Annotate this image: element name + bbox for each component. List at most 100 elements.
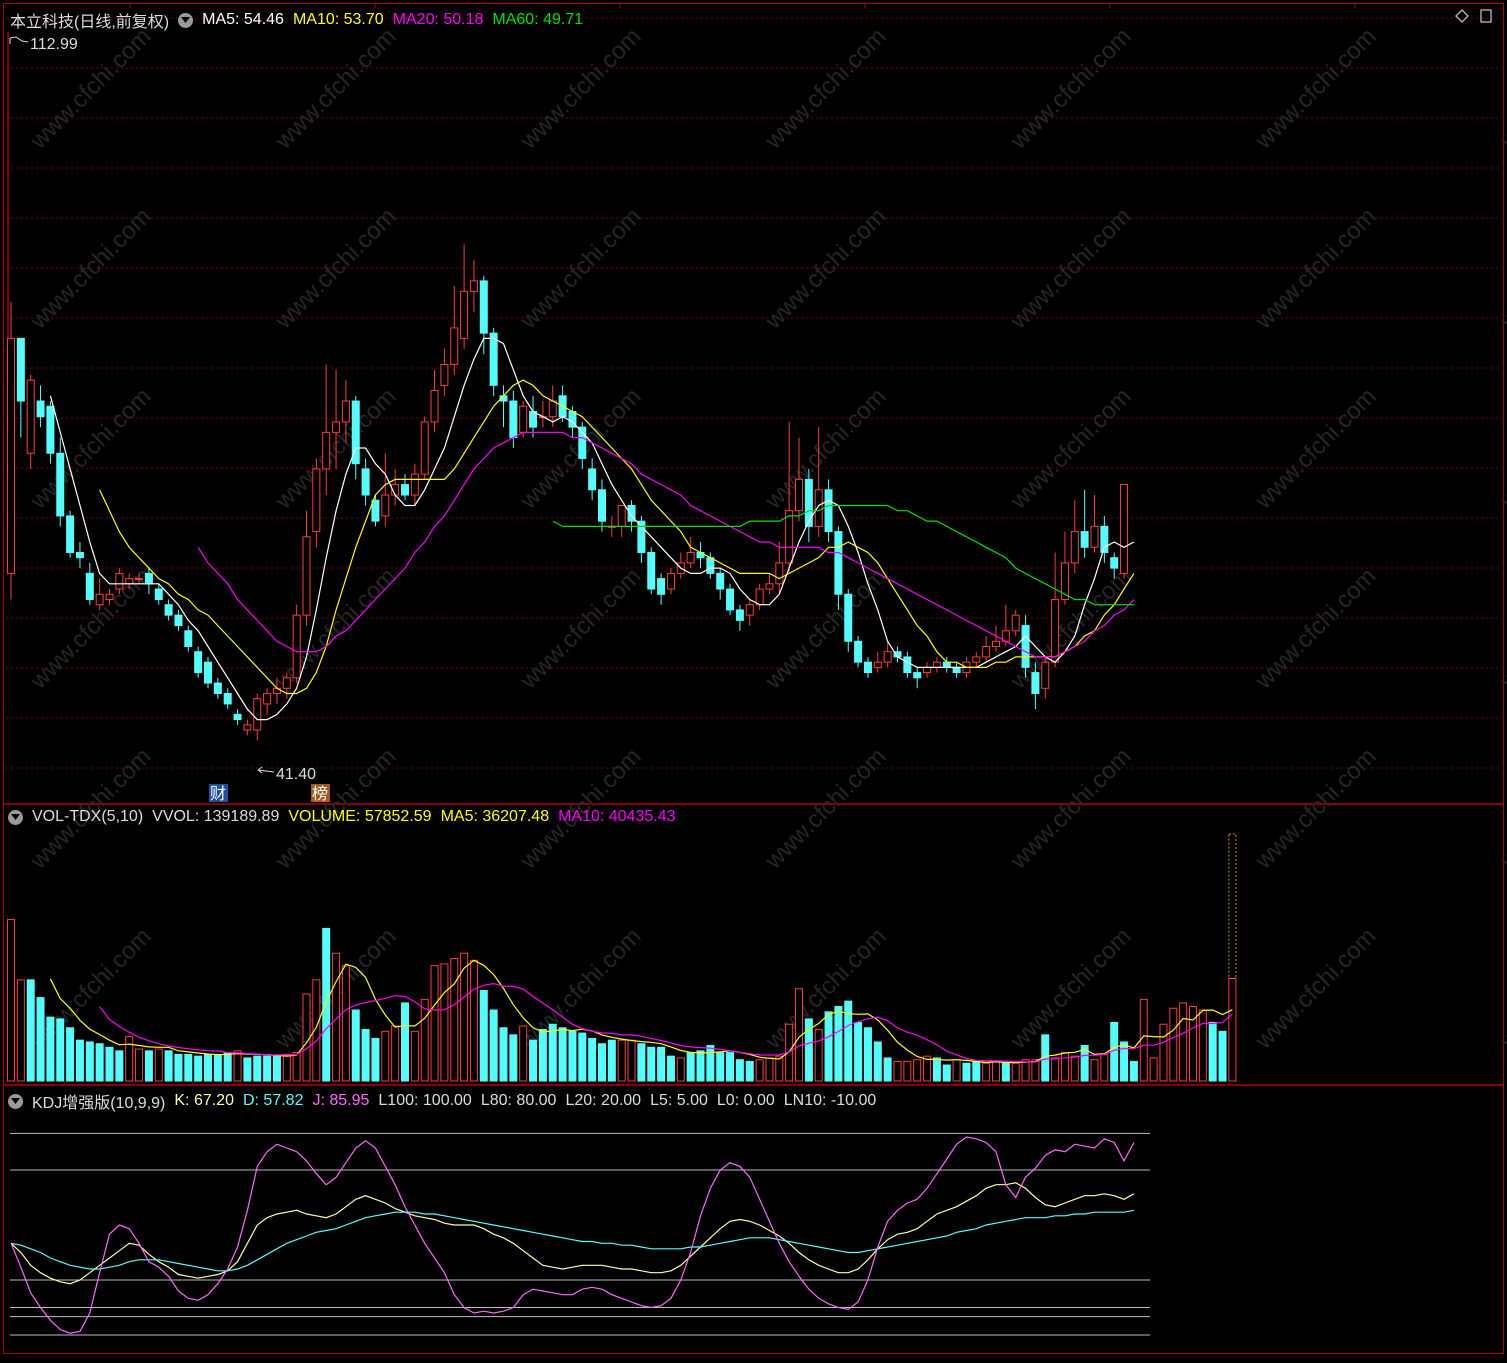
candle-up — [992, 640, 1000, 647]
volume-bar-down — [322, 927, 331, 1082]
volume-bar-up — [913, 1059, 922, 1082]
watermark-text: www.cfchi.com — [514, 563, 646, 695]
volume-bar-up — [1060, 1052, 1069, 1082]
volume-bar-down — [834, 1005, 843, 1082]
volume-bar-down — [95, 1043, 104, 1082]
volume-bar-down — [263, 1055, 272, 1082]
volume-bar-down — [706, 1045, 715, 1082]
volume-bar-down — [351, 1009, 360, 1082]
watermark-text: www.cfchi.com — [1494, 743, 1507, 875]
volume-bar-down — [401, 1002, 409, 1082]
volume-bar-down — [548, 1023, 557, 1082]
ma20-readout: MA20: 50.18 — [392, 11, 484, 28]
volume-bar-down — [213, 1053, 222, 1082]
candle-up — [1090, 525, 1099, 548]
volume-bar-down — [194, 1055, 203, 1082]
vol-ma10-readout: MA10: 40435.43 — [558, 808, 676, 825]
candle-up — [873, 661, 882, 668]
volume-bar-up — [440, 963, 449, 1082]
candle-down — [706, 557, 715, 574]
candle-up — [135, 578, 144, 581]
candle-up — [460, 290, 469, 339]
watermark-text: www.cfchi.com — [1249, 203, 1381, 335]
volume-dropdown-button[interactable] — [8, 809, 23, 825]
volume-bar-down — [223, 1052, 232, 1082]
watermark-text: www.cfchi.com — [269, 23, 401, 155]
volume-bar-down — [538, 1029, 547, 1082]
watermark-text: www.cfchi.com — [759, 743, 891, 875]
volume-bar-down — [164, 1050, 173, 1082]
candle-down — [854, 640, 863, 663]
candle-up — [548, 400, 557, 418]
volume-bar-up — [617, 1039, 626, 1082]
kdj-dropdown-button[interactable] — [8, 1093, 23, 1109]
volume-bar-up — [1011, 1062, 1020, 1082]
watermark-text: www.cfchi.com — [269, 563, 401, 695]
volume-bar-up — [1149, 1057, 1158, 1082]
candle-up — [745, 604, 754, 616]
candle-up — [302, 536, 311, 616]
candle-up — [282, 677, 291, 689]
watermark-text: www.cfchi.com — [514, 23, 646, 155]
candle-up — [765, 583, 774, 590]
watermark-text: www.cfchi.com — [24, 203, 156, 335]
window-icon[interactable] — [1479, 9, 1493, 23]
candle-down — [588, 468, 597, 491]
volume-bar-down — [243, 1057, 252, 1082]
volume-bar-down — [716, 1052, 725, 1082]
candle-up — [341, 400, 350, 423]
event-label: 财 — [210, 784, 226, 803]
volume-bar-up — [814, 1029, 823, 1082]
candle-up — [814, 489, 823, 527]
watermark-text: www.cfchi.com — [1249, 563, 1381, 695]
volume-bar-down — [696, 1050, 705, 1082]
candle-up — [312, 468, 321, 533]
volume-bar-up — [1100, 1053, 1109, 1082]
volume-bar-up — [1051, 1057, 1060, 1082]
diamond-icon[interactable] — [1455, 9, 1469, 23]
chart-canvas: www.cfchi.com www.cfchi.com www.cfchi.com w… — [3, 3, 1507, 1354]
candle-down — [657, 578, 666, 595]
candle-up — [410, 473, 419, 496]
volume-bar-up — [1090, 1059, 1099, 1082]
candle-down — [1031, 672, 1040, 694]
candle-up — [755, 588, 764, 606]
volume-indicator-title: VOL-TDX(5,10) — [32, 808, 144, 825]
volume-bar-up — [125, 1036, 134, 1082]
chevron-down-icon — [11, 814, 20, 820]
candle-up — [883, 651, 892, 663]
watermark-text: www.cfchi.com — [1004, 383, 1136, 515]
volume-bar-up — [469, 959, 478, 1082]
volume-bar-down — [174, 1053, 183, 1082]
volume-bar-down — [666, 1055, 675, 1082]
vol-ma5-readout: MA5: 36207.48 — [440, 808, 550, 825]
kdj-line-d — [10, 1209, 1135, 1272]
volume-bar-up — [1159, 1023, 1168, 1082]
volume-bar-down — [115, 1050, 124, 1082]
ma60-readout: MA60: 49.71 — [492, 11, 584, 28]
candle-up — [972, 656, 981, 663]
candle-up — [469, 280, 478, 292]
stock-title: 本立科技(日线,前复权) — [10, 14, 170, 31]
kdj-header: KDJ增强版(10,9,9) K: 67.20 D: 57.82 J: 85.9… — [8, 1089, 885, 1113]
watermark-text: www.cfchi.com — [1249, 23, 1381, 155]
event-label: 榜 — [312, 784, 328, 803]
candle-down — [361, 468, 370, 496]
volume-bar-down — [745, 1060, 754, 1082]
volume-bar-up — [1228, 977, 1237, 1082]
volume-bar-up — [450, 958, 459, 1082]
candle-up — [686, 551, 695, 564]
candle-down — [804, 478, 813, 527]
watermark-text: www.cfchi.com — [1004, 23, 1136, 155]
volume-bar-up — [154, 1048, 163, 1082]
watermark-text: www.cfchi.com — [514, 203, 646, 335]
price-dropdown-button[interactable] — [178, 12, 194, 28]
volume-bar-down — [75, 1039, 84, 1082]
candle-down — [164, 604, 173, 616]
d-readout: D: 57.82 — [242, 1092, 304, 1109]
volume-bar-down — [46, 1016, 55, 1082]
candle-up — [332, 421, 341, 433]
volume-bar-up — [391, 1025, 400, 1082]
l5-readout: L5: 5.00 — [650, 1092, 708, 1109]
candle-up — [440, 363, 449, 386]
